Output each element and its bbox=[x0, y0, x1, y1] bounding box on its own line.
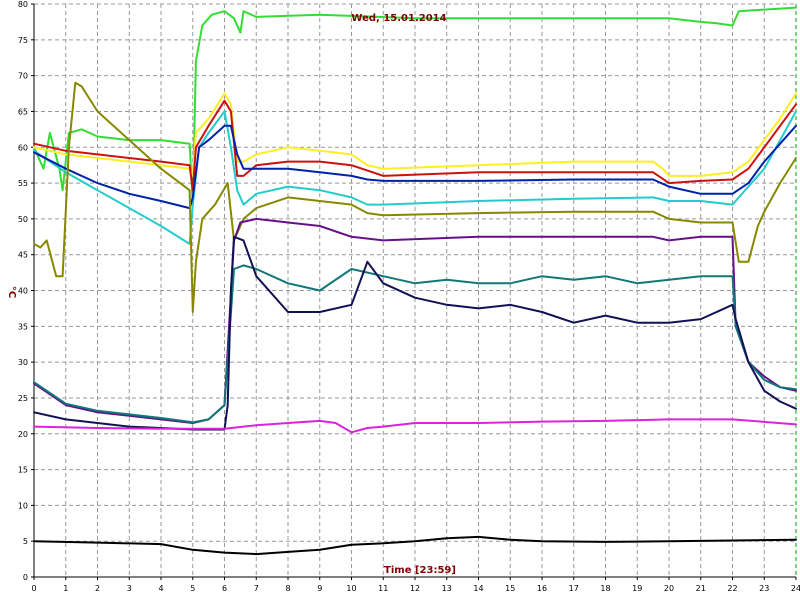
y-tick-label: 65 bbox=[18, 107, 28, 116]
line-chart: 0 1 2 3 4 5 6 7 8 9 10 11 12 13 14 15 16 17 18 19 20 21 22 23 24… bbox=[0, 0, 800, 600]
y-tick-label: 50 bbox=[18, 215, 28, 224]
x-tick-label: 16 bbox=[537, 584, 547, 593]
y-tick-label: 5 bbox=[23, 537, 28, 546]
y-tick-label: 0 bbox=[23, 573, 28, 582]
x-tick-label: 1 bbox=[63, 584, 68, 593]
x-tick-label: 11 bbox=[378, 584, 388, 593]
y-tick-label: 60 bbox=[18, 143, 28, 152]
y-tick-label: 40 bbox=[18, 287, 28, 296]
x-tick-label: 19 bbox=[632, 584, 642, 593]
x-tick-label: 21 bbox=[696, 584, 706, 593]
y-tick-label: 10 bbox=[18, 501, 28, 510]
x-axis-title: Time [23:59] bbox=[384, 565, 456, 576]
chart-background bbox=[0, 0, 800, 600]
x-tick-label: 23 bbox=[759, 584, 769, 593]
x-tick-label: 0 bbox=[31, 584, 36, 593]
x-tick-label: 14 bbox=[473, 584, 483, 593]
x-tick-label: 10 bbox=[346, 584, 356, 593]
chart: 0 1 2 3 4 5 6 7 8 9 10 11 12 13 14 15 16 17 18 19 20 21 22 23 24… bbox=[0, 0, 800, 600]
y-tick-label: 15 bbox=[18, 466, 28, 475]
chart-title: Wed, 15.01.2014 bbox=[351, 13, 446, 24]
x-tick-label: 4 bbox=[158, 584, 163, 593]
y-tick-label: 25 bbox=[18, 394, 28, 403]
y-tick-label: 75 bbox=[18, 36, 28, 45]
y-tick-label: 20 bbox=[18, 430, 28, 439]
y-tick-label: 70 bbox=[18, 72, 28, 81]
y-axis-title: °C bbox=[6, 286, 17, 298]
x-tick-label: 20 bbox=[664, 584, 674, 593]
x-tick-label: 3 bbox=[127, 584, 132, 593]
y-tick-label: 55 bbox=[18, 179, 28, 188]
y-tick-label: 45 bbox=[18, 251, 28, 260]
y-tick-label: 80 bbox=[18, 0, 28, 9]
x-tick-label: 17 bbox=[569, 584, 579, 593]
x-tick-label: 18 bbox=[600, 584, 610, 593]
x-tick-label: 9 bbox=[317, 584, 322, 593]
x-tick-label: 12 bbox=[410, 584, 420, 593]
x-tick-label: 8 bbox=[285, 584, 290, 593]
x-tick-label: 6 bbox=[222, 584, 227, 593]
y-tick-label: 35 bbox=[18, 322, 28, 331]
x-tick-label: 2 bbox=[95, 584, 100, 593]
x-tick-label: 15 bbox=[505, 584, 515, 593]
x-tick-label: 13 bbox=[442, 584, 452, 593]
x-tick-label: 5 bbox=[190, 584, 195, 593]
x-tick-label: 24 bbox=[791, 584, 800, 593]
x-tick-label: 7 bbox=[254, 584, 259, 593]
x-tick-label: 22 bbox=[727, 584, 737, 593]
y-tick-label: 30 bbox=[18, 358, 28, 367]
